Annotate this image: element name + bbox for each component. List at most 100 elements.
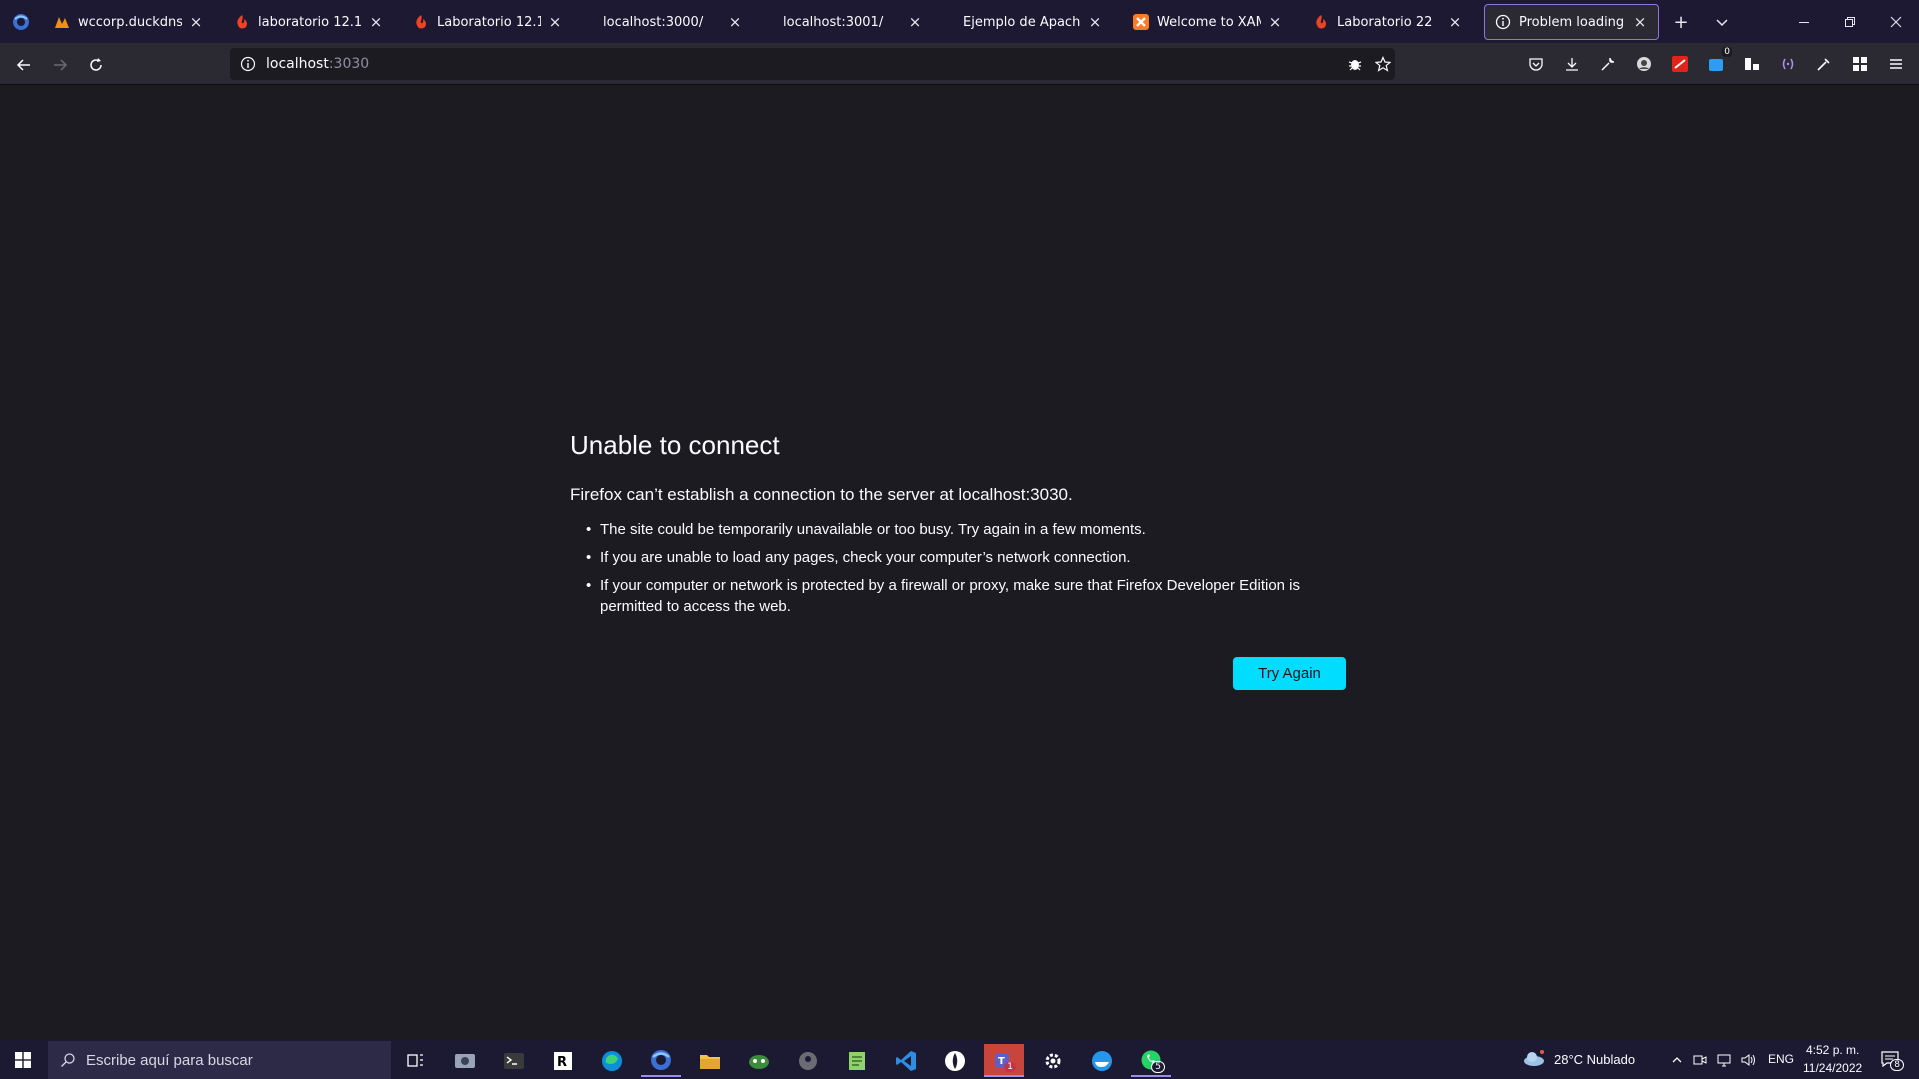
chevron-up-icon[interactable] xyxy=(1669,1052,1685,1068)
site-info-icon[interactable] xyxy=(240,56,256,72)
red-extension-icon[interactable] xyxy=(1670,54,1690,74)
settings-icon[interactable] xyxy=(1033,1044,1073,1077)
close-icon[interactable]: × xyxy=(1267,13,1283,31)
list-all-tabs-icon[interactable] xyxy=(1710,10,1734,34)
edge-icon[interactable] xyxy=(592,1044,632,1077)
close-icon[interactable]: × xyxy=(727,13,743,31)
forward-icon[interactable] xyxy=(47,52,73,78)
list-item: If you are unable to load any pages, che… xyxy=(586,547,1350,568)
minimize-icon[interactable] xyxy=(1781,0,1827,43)
firefox-menu-icon[interactable] xyxy=(0,0,42,43)
xampp-icon xyxy=(1133,14,1149,30)
bookmark-star-icon[interactable] xyxy=(1375,56,1391,72)
eyedropper-icon[interactable] xyxy=(1814,54,1834,74)
tab-label: Welcome to XAMPP xyxy=(1157,14,1261,30)
navigation-toolbar: localhost:3030 0 xyxy=(0,43,1919,85)
close-icon[interactable]: × xyxy=(1632,13,1648,31)
restore-icon[interactable] xyxy=(1827,0,1873,43)
list-item: The site could be temporarily unavailabl… xyxy=(586,519,1350,540)
tab-strip: wccorp.duckdns.org / × laboratorio 12.1 … xyxy=(0,0,1919,43)
reload-icon[interactable] xyxy=(83,52,109,78)
tab-label: localhost:3000/ xyxy=(603,14,704,30)
firefox-developer-icon[interactable] xyxy=(641,1044,681,1077)
task-view-icon[interactable] xyxy=(396,1044,436,1077)
whatsapp-icon[interactable]: 5 xyxy=(1131,1044,1171,1077)
close-icon[interactable]: × xyxy=(188,13,204,31)
file-explorer-icon[interactable] xyxy=(690,1044,730,1077)
tab-localhost-3001[interactable]: localhost:3001/ × xyxy=(763,4,933,40)
windows-taskbar: Escribe aquí para buscar R T 1 5 28°C Nu… xyxy=(0,1040,1919,1079)
clock-time[interactable]: 4:52 p. m. xyxy=(1806,1043,1859,1057)
clock-date[interactable]: 11/24/2022 xyxy=(1803,1061,1862,1075)
search-icon xyxy=(60,1052,76,1068)
tab-localhost-3000[interactable]: localhost:3000/ × xyxy=(583,4,753,40)
avatar-extension-icon[interactable] xyxy=(1634,54,1654,74)
rstudio-icon[interactable]: R xyxy=(543,1044,583,1077)
cloudy-weather-icon[interactable] xyxy=(1522,1050,1546,1066)
windows-start-icon[interactable] xyxy=(0,1040,46,1079)
vscode-icon[interactable] xyxy=(886,1044,926,1077)
tab-welcome-xampp[interactable]: Welcome to XAMPP × xyxy=(1123,4,1293,40)
new-tab-icon[interactable]: + xyxy=(1669,10,1693,34)
tab-label: wccorp.duckdns.org / xyxy=(78,14,182,30)
url-host: localhost xyxy=(266,56,329,72)
info-icon xyxy=(1495,14,1511,30)
close-icon[interactable]: × xyxy=(1087,13,1103,31)
mongodb-compass-icon[interactable] xyxy=(935,1044,975,1077)
codeigniter-icon xyxy=(1313,14,1329,30)
docker-icon[interactable] xyxy=(1082,1044,1122,1077)
close-window-icon[interactable] xyxy=(1873,0,1919,43)
weather-text[interactable]: 28°C Nublado xyxy=(1554,1052,1635,1067)
blue-extension-icon[interactable]: 0 xyxy=(1706,47,1732,74)
try-again-button[interactable]: Try Again xyxy=(1233,657,1346,690)
download-icon[interactable] xyxy=(1562,54,1582,74)
error-page: Unable to connect Firefox can’t establis… xyxy=(570,430,1350,624)
photos-app-icon[interactable] xyxy=(445,1044,485,1077)
tab-laboratorio-12-1-b[interactable]: Laboratorio 12.1 × xyxy=(403,4,573,40)
gamer-app-icon[interactable] xyxy=(739,1044,779,1077)
notifications-badge: 8 xyxy=(1890,1059,1904,1071)
tab-wccorp[interactable]: wccorp.duckdns.org / × xyxy=(44,4,214,40)
error-suggestions: The site could be temporarily unavailabl… xyxy=(570,519,1350,617)
url-bar[interactable]: localhost:3030 xyxy=(230,48,1395,80)
teams-badge: 1 xyxy=(1004,1062,1016,1072)
url-port: :3030 xyxy=(328,56,370,72)
grid-extension-icon[interactable] xyxy=(1742,54,1762,74)
language-indicator[interactable]: ENG xyxy=(1768,1052,1794,1066)
volume-icon[interactable] xyxy=(1740,1052,1756,1068)
tab-ejemplo-apache[interactable]: Ejemplo de Apache server × xyxy=(943,4,1113,40)
notifications-icon[interactable]: 8 xyxy=(1880,1051,1904,1071)
search-placeholder: Escribe aquí para buscar xyxy=(86,1051,253,1069)
location-app-icon[interactable] xyxy=(788,1044,828,1077)
terminal-icon[interactable] xyxy=(494,1044,534,1077)
tab-problem-loading-page[interactable]: Problem loading page × xyxy=(1484,4,1659,40)
hamburger-menu-icon[interactable] xyxy=(1886,54,1906,74)
tab-laboratorio-22[interactable]: Laboratorio 22 × xyxy=(1303,4,1473,40)
code-extension-icon[interactable] xyxy=(1778,54,1798,74)
phpmyadmin-icon xyxy=(54,14,70,30)
close-icon[interactable]: × xyxy=(1447,13,1463,31)
tab-label: localhost:3001/ xyxy=(783,14,884,30)
tab-laboratorio-12-1[interactable]: laboratorio 12.1 × xyxy=(224,4,394,40)
bug-icon[interactable] xyxy=(1347,56,1363,72)
network-icon[interactable] xyxy=(1716,1052,1732,1068)
pocket-icon[interactable] xyxy=(1526,54,1546,74)
notepad-app-icon[interactable] xyxy=(837,1044,877,1077)
close-icon[interactable]: × xyxy=(368,13,384,31)
wrench-icon[interactable] xyxy=(1598,54,1618,74)
layout-extension-icon[interactable] xyxy=(1850,54,1870,74)
error-title: Unable to connect xyxy=(570,430,780,460)
taskbar-search-input[interactable]: Escribe aquí para buscar xyxy=(48,1041,391,1079)
teams-icon[interactable]: T 1 xyxy=(984,1044,1024,1077)
codeigniter-icon xyxy=(234,14,250,30)
back-icon[interactable] xyxy=(11,52,37,78)
list-item: If your computer or network is protected… xyxy=(586,575,1350,617)
codeigniter-icon xyxy=(413,14,429,30)
close-icon[interactable]: × xyxy=(907,13,923,31)
extension-badge: 0 xyxy=(1722,47,1732,57)
meet-now-icon[interactable] xyxy=(1692,1052,1708,1068)
tab-label: Problem loading page xyxy=(1519,14,1626,30)
tab-label: Laboratorio 22 xyxy=(1337,14,1433,30)
whatsapp-badge: 5 xyxy=(1151,1061,1165,1073)
close-icon[interactable]: × xyxy=(547,13,563,31)
